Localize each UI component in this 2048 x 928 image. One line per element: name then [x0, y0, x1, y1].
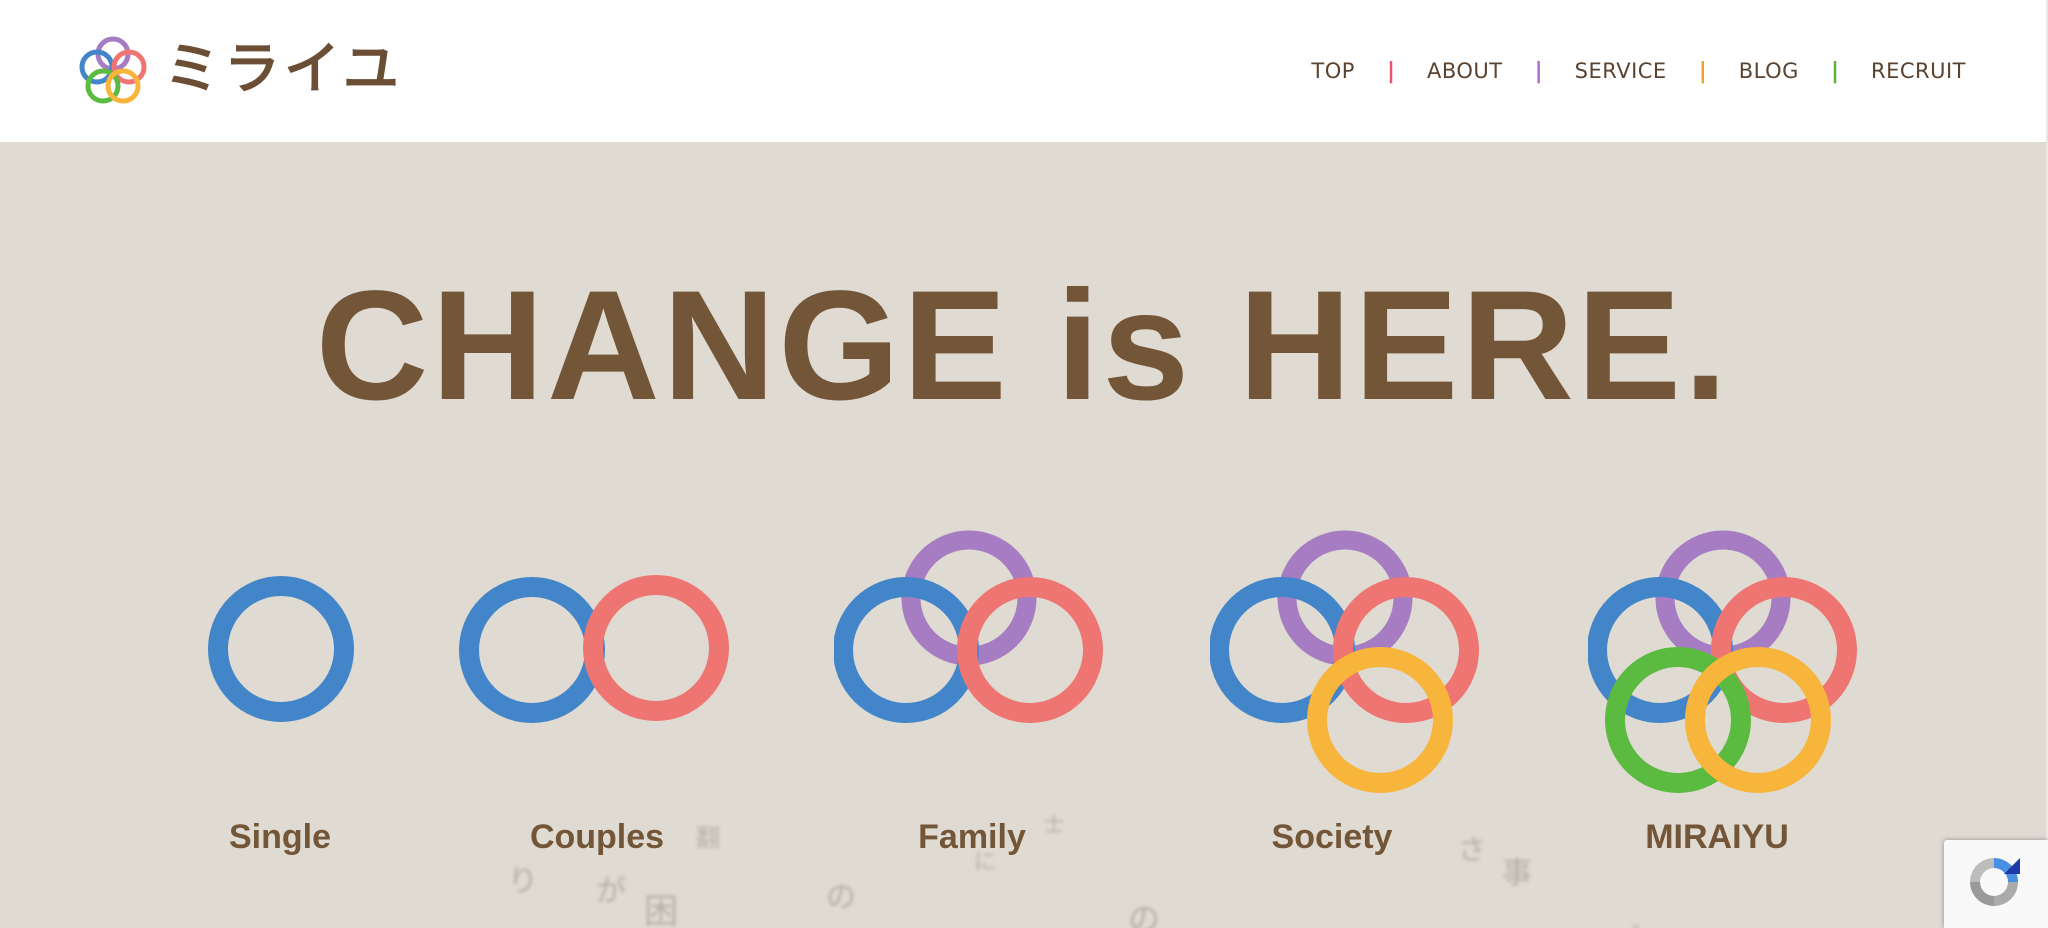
miraiyu-rings-graphic: [1588, 530, 1857, 793]
stage-label-miraiyu: MIRAIYU: [1645, 818, 1789, 856]
society-rings-graphic: [1210, 530, 1479, 793]
nav-recruit[interactable]: RECRUIT: [1871, 59, 1966, 83]
miraiyu-rings-logo-icon: [79, 36, 147, 104]
recaptcha-icon: [1970, 858, 2020, 906]
floating-char: り: [508, 864, 538, 899]
floating-char: 事: [1502, 856, 1532, 891]
site-header: ミライユ TOP | ABOUT | SERVICE | BLOG | RECR…: [0, 0, 2046, 142]
brand-name: ミライユ: [164, 37, 403, 102]
single-rings-graphic: [208, 576, 354, 722]
hero-section: CHANGE is HERE. Single Couples Family So…: [0, 142, 2046, 928]
nav-separator: |: [1386, 58, 1395, 84]
floating-char: さ: [1458, 833, 1487, 866]
family-rings-graphic: [834, 530, 1103, 723]
floating-char: の: [826, 880, 856, 915]
nav-top[interactable]: TOP: [1311, 59, 1355, 83]
floating-char: 困: [644, 892, 678, 928]
nav-about[interactable]: ABOUT: [1427, 59, 1503, 83]
stage-label-family: Family: [918, 818, 1026, 856]
stage-label-couples: Couples: [529, 818, 665, 856]
nav-blog[interactable]: BLOG: [1739, 59, 1799, 83]
stage-label-society: Society: [1271, 818, 1393, 856]
nav-separator: |: [1698, 58, 1707, 84]
main-nav: TOP | ABOUT | SERVICE | BLOG | RECRUIT: [1311, 56, 1966, 86]
couples-rings-graphic: [459, 575, 729, 723]
nav-separator: |: [1830, 58, 1839, 84]
floating-char: の: [1128, 900, 1161, 928]
nav-separator: |: [1534, 58, 1543, 84]
hero-headline: CHANGE is HERE.: [315, 259, 1731, 433]
nav-service[interactable]: SERVICE: [1575, 59, 1667, 83]
recaptcha-badge[interactable]: [1944, 840, 2048, 928]
floating-char: が: [596, 874, 626, 909]
stage-label-single: Single: [228, 818, 332, 856]
floating-char: 。: [1632, 910, 1652, 928]
